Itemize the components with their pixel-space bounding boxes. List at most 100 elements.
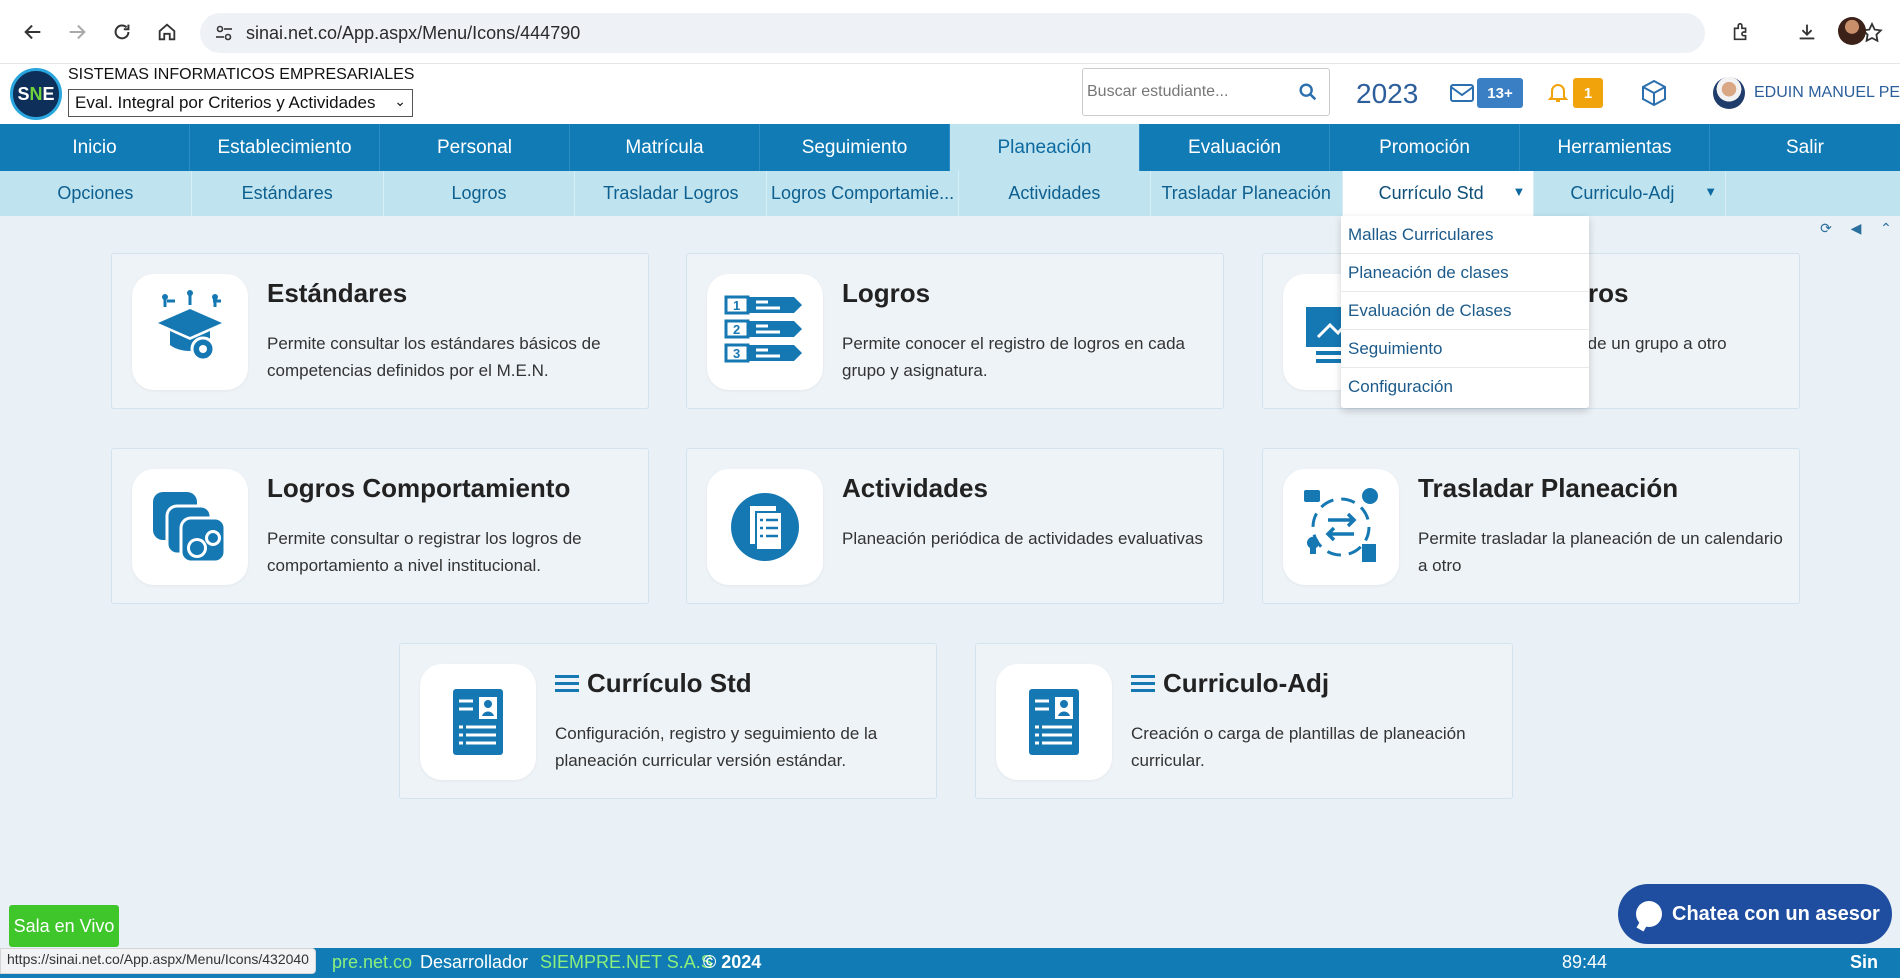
forward-arrow-icon[interactable] <box>63 18 91 46</box>
menu-item-configuracion[interactable]: Configuración <box>1341 368 1589 406</box>
transfer-cycle-icon <box>1283 469 1399 585</box>
sinai-logo[interactable]: SNE <box>10 68 62 120</box>
bell-icon[interactable] <box>1546 80 1570 104</box>
behavior-faces-icon <box>132 469 248 585</box>
url-text[interactable]: sinai.net.co/App.aspx/Menu/Icons/444790 <box>246 23 580 44</box>
curriculum-profile-icon <box>996 664 1112 780</box>
nav-establecimiento[interactable]: Establecimiento <box>190 124 380 171</box>
card-curriculo-adj[interactable]: Curriculo-Adj Creación o carga de planti… <box>975 643 1513 799</box>
svg-text:2: 2 <box>733 322 740 337</box>
activity-document-icon <box>707 469 823 585</box>
subnav-logros[interactable]: Logros <box>384 171 576 216</box>
status-bar-url: https://sinai.net.co/App.aspx/Menu/Icons… <box>0 948 316 974</box>
sub-nav: Opciones Estándares Logros Trasladar Log… <box>0 171 1900 216</box>
hamburger-menu-icon[interactable] <box>555 675 579 692</box>
nav-evaluacion[interactable]: Evaluación <box>1140 124 1330 171</box>
back-arrow-icon[interactable] <box>19 18 47 46</box>
menu-item-planeacion-clases[interactable]: Planeación de clases <box>1341 254 1589 292</box>
subnav-opciones[interactable]: Opciones <box>0 171 192 216</box>
card-description: Permite conocer el registro de logros en… <box>842 334 1186 380</box>
card-logros[interactable]: 1 2 3 Logros Permite conocer el registro d… <box>686 253 1224 409</box>
card-title-text: Currículo Std <box>587 668 752 698</box>
company-name: SISTEMAS INFORMATICOS EMPRESARIALES <box>68 66 415 83</box>
download-icon[interactable] <box>1793 18 1821 46</box>
extensions-puzzle-icon[interactable] <box>1727 18 1755 46</box>
site-settings-icon[interactable] <box>214 23 234 43</box>
search-icon[interactable] <box>1297 81 1319 103</box>
nav-promocion[interactable]: Promoción <box>1330 124 1520 171</box>
address-bar[interactable]: sinai.net.co/App.aspx/Menu/Icons/444790 <box>200 13 1883 53</box>
user-name[interactable]: EDUIN MANUEL PE... <box>1754 84 1900 102</box>
menu-item-mallas-curriculares[interactable]: Mallas Curriculares <box>1341 216 1589 254</box>
card-description: Permite consultar los estándares básicos… <box>267 334 601 380</box>
module-select[interactable]: Eval. Integral por Criterios y Actividad… <box>68 89 413 117</box>
chat-advisor-button[interactable]: Chatea con un asesor <box>1618 884 1892 944</box>
card-title-text: Curriculo-Adj <box>1163 668 1330 698</box>
reload-icon[interactable] <box>108 18 136 46</box>
footer-copyright: © 2024 <box>703 952 762 972</box>
subnav-trasladar-planeacion[interactable]: Trasladar Planeación <box>1151 171 1343 216</box>
card-title: Actividades <box>842 473 988 503</box>
caret-down-icon[interactable]: ▼ <box>1704 184 1717 199</box>
school-year[interactable]: 2023 <box>1356 78 1418 110</box>
subnav-curriculo-std[interactable]: Currículo Std ▼ <box>1342 171 1535 216</box>
card-actividades[interactable]: Actividades Planeación periódica de acti… <box>686 448 1224 604</box>
collapse-icon[interactable]: ⌃ <box>1876 218 1896 238</box>
menu-item-evaluacion-clases[interactable]: Evaluación de Clases <box>1341 292 1589 330</box>
card-trasladar-planeacion[interactable]: Trasladar Planeación Permite trasladar l… <box>1262 448 1800 604</box>
cube-icon[interactable] <box>1639 78 1669 108</box>
subnav-trasladar-logros[interactable]: Trasladar Logros <box>575 171 768 216</box>
curriculum-profile-icon <box>420 664 536 780</box>
back-circle-icon[interactable]: ◀ <box>1846 218 1866 238</box>
curriculo-std-dropdown: Mallas Curriculares Planeación de clases… <box>1341 216 1589 408</box>
subnav-estandares[interactable]: Estándares <box>192 171 384 216</box>
footer-brand: Sin <box>1850 952 1879 972</box>
home-icon[interactable] <box>153 18 181 46</box>
panel-tools: ⟳ ◀ ⌃ <box>1816 218 1900 238</box>
menu-item-seguimiento[interactable]: Seguimiento <box>1341 330 1589 368</box>
nav-seguimiento[interactable]: Seguimiento <box>760 124 950 171</box>
card-logros-comportamiento[interactable]: Logros Comportamiento Permite consultar … <box>111 448 649 604</box>
mail-icon[interactable] <box>1449 82 1475 104</box>
footer-dev-label: Desarrollador <box>420 952 529 972</box>
nav-planeacion[interactable]: Planeación <box>950 124 1140 171</box>
student-search-input[interactable] <box>1087 77 1287 107</box>
main-nav: Inicio Establecimiento Personal Matrícul… <box>0 124 1900 171</box>
subnav-actividades[interactable]: Actividades <box>959 171 1151 216</box>
chevron-down-icon: ⌄ <box>394 93 406 109</box>
nav-salir[interactable]: Salir <box>1710 124 1900 171</box>
browser-profile-avatar[interactable] <box>1838 17 1866 45</box>
card-estandares[interactable]: Estándares Permite consultar los estánda… <box>111 253 649 409</box>
numbered-list-icon: 1 2 3 <box>707 274 823 390</box>
subnav-curriculo-std-label: Currículo Std <box>1378 183 1484 203</box>
nav-herramientas[interactable]: Herramientas <box>1520 124 1710 171</box>
user-avatar[interactable] <box>1713 77 1745 109</box>
chat-advisor-label: Chatea con un asesor <box>1672 902 1880 925</box>
nav-inicio[interactable]: Inicio <box>0 124 190 171</box>
module-select-value: Eval. Integral por Criterios y Actividad… <box>75 93 376 112</box>
session-timer: 89:44 <box>1562 952 1608 972</box>
nav-personal[interactable]: Personal <box>380 124 570 171</box>
card-description: Permite consultar o registrar los logros… <box>267 529 582 575</box>
subnav-logros-comportamiento[interactable]: Logros Comportamie... <box>767 171 959 216</box>
card-description: Configuración, registro y seguimiento de… <box>555 724 878 770</box>
card-description: Planeación periódica de actividades eval… <box>842 529 1204 548</box>
hamburger-menu-icon[interactable] <box>1131 675 1155 692</box>
live-room-button[interactable]: Sala en Vivo <box>9 905 119 947</box>
card-title: Logros Comportamiento <box>267 473 571 503</box>
caret-down-icon[interactable]: ▼ <box>1513 184 1526 199</box>
notification-count-badge[interactable]: 1 <box>1573 78 1603 108</box>
footer-company-link[interactable]: SIEMPRE.NET S.A.S <box>540 952 713 973</box>
card-title: Curriculo-Adj <box>1131 668 1329 699</box>
mail-count-badge[interactable]: 13+ <box>1477 78 1523 108</box>
nav-matricula[interactable]: Matrícula <box>570 124 760 171</box>
refresh-icon[interactable]: ⟳ <box>1816 218 1836 238</box>
footer-site-link[interactable]: pre.net.co <box>332 952 412 973</box>
subnav-curriculo-adj-label: Curriculo-Adj <box>1570 183 1675 203</box>
card-title: Currículo Std <box>555 668 752 699</box>
app-header: SNE SISTEMAS INFORMATICOS EMPRESARIALES … <box>0 64 1900 124</box>
svg-text:1: 1 <box>733 298 740 313</box>
card-curriculo-std[interactable]: Currículo Std Configuración, registro y … <box>399 643 937 799</box>
card-description: os de un grupo a otro <box>1565 334 1727 353</box>
subnav-curriculo-adj[interactable]: Curriculo-Adj ▼ <box>1534 171 1727 216</box>
